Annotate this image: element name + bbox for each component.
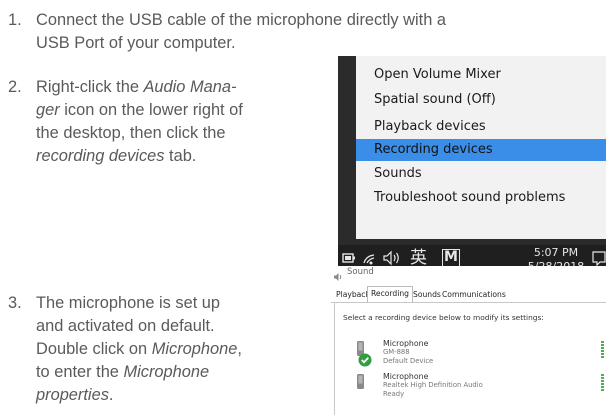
level-meter [601, 341, 604, 359]
device-model: GM-888 [383, 348, 410, 356]
step-text: Right-click the Audio Mana- ger icon on … [36, 77, 243, 169]
step-number: 2. [8, 78, 22, 96]
dialog-title: Sound [347, 267, 374, 277]
menu-item-spatial-sound[interactable]: Spatial sound (Off) [356, 89, 606, 111]
step-text-part: and activated on default. [36, 317, 215, 335]
step-text-part: , [237, 340, 242, 358]
microphone-term: Microphone [151, 340, 238, 358]
audio-manager-term: ger [36, 101, 60, 119]
step-text-part: tab. [164, 147, 197, 165]
audio-manager-term: Audio Mana- [143, 78, 237, 96]
context-menu-screenshot: Open Volume Mixer Spatial sound (Off) Pl… [338, 56, 606, 273]
tab-communications[interactable]: Communications [439, 288, 509, 302]
tab-recording[interactable]: Recording [367, 286, 413, 303]
step-text-part: icon on the lower right of [59, 101, 243, 119]
step-text: The microphone is set up and activated o… [36, 293, 242, 408]
properties-term: properties [36, 386, 109, 404]
menu-item-sounds[interactable]: Sounds [356, 163, 606, 185]
device-row[interactable]: Microphone GM-888 Default Device [351, 339, 604, 369]
device-name: Microphone [383, 372, 429, 381]
context-menu: Open Volume Mixer Spatial sound (Off) Pl… [356, 56, 606, 239]
microphone-term: Microphone [123, 363, 210, 381]
step-text-part: The microphone is set up [36, 294, 221, 312]
device-name: Microphone [383, 339, 429, 348]
level-meter [601, 374, 604, 392]
device-row[interactable]: Microphone Realtek High Definition Audio… [351, 372, 604, 402]
device-model: Realtek High Definition Audio [383, 381, 483, 389]
speaker-icon [333, 267, 343, 281]
step-text-part: . [108, 386, 114, 404]
instruction-text: Select a recording device below to modif… [343, 313, 544, 322]
step-text-line: Connect the USB cable of the microphone … [36, 11, 446, 29]
menu-item-recording-devices[interactable]: Recording devices [356, 139, 606, 161]
device-status: Default Device [383, 357, 434, 365]
device-status: Ready [383, 390, 405, 398]
step-text-part: Right-click the [36, 78, 144, 96]
m-indicator[interactable]: M [442, 249, 460, 267]
step-text-line: USB Port of your computer. [36, 34, 236, 52]
step-number: 1. [8, 11, 22, 29]
sound-dialog-screenshot: Sound Playback Recording Sounds Communic… [331, 266, 606, 415]
recording-devices-term: recording devices [36, 147, 165, 165]
menu-item-open-volume-mixer[interactable]: Open Volume Mixer [356, 64, 606, 86]
step-text-part: to enter the [36, 363, 124, 381]
clock-time: 5:07 PM [533, 246, 579, 259]
microphone-icon [351, 339, 375, 373]
menu-item-troubleshoot[interactable]: Troubleshoot sound problems [356, 187, 606, 209]
microphone-icon [351, 372, 375, 406]
step-text-part: Double click on [36, 340, 152, 358]
step-number: 3. [8, 294, 22, 312]
menu-item-playback-devices[interactable]: Playback devices [356, 116, 606, 138]
step-text-part: the desktop, then click the [36, 124, 226, 142]
